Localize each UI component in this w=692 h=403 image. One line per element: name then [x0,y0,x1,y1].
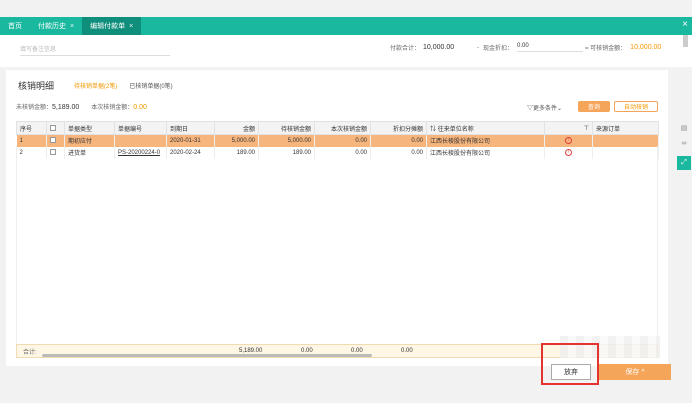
cell-amount: 5,000.00 [214,134,259,147]
unverified-label: 未核销金额： [16,105,53,111]
more-label: 更多条件 [533,106,558,112]
col-pending: 待核销金额 [258,121,315,135]
cell-source [592,134,659,147]
remark-input[interactable]: 填写备注信息 [20,44,170,56]
payment-info-row: 填写备注信息 付款合计： 10,000.00 - 现金折扣： 0.00 = 可核… [20,43,672,57]
col-no: 序号 [16,121,47,135]
discount: - 现金折扣： 0.00 [477,43,584,52]
auto-verify-button[interactable]: 自动核销 [614,101,658,112]
current-amount: 本次核销金额：0.00 [91,102,147,111]
col-due: 到期日 [166,121,215,135]
cell-type: 期初应付 [64,134,115,147]
table-row[interactable]: 1 期初应付 2020-01-31 5,000.00 5,000.00 0.00… [16,134,659,147]
sort-icon[interactable]: ⇅ [430,127,436,133]
tab-edit-payment[interactable]: 编辑付款单 × [82,17,142,35]
cell-pending: 5,000.00 [258,134,315,147]
col-partner: ⇅ 往来单位名称 [426,121,545,135]
pay-total-value: 10,000.00 [423,44,455,51]
pay-total-label: 付款合计： [390,46,421,52]
col-current: 本次核销金额 [314,121,371,135]
pay-total: 付款合计： 10,000.00 [390,43,454,52]
available-label: = 可核销金额： [585,46,627,52]
cell-code [114,134,167,147]
available-value: 10,000.00 [630,44,662,51]
col-type: 单据类型 [64,121,115,135]
table-header: 序号 单据类型 单据编号 到期日 金额 待核销金额 本次核销金额 折扣分摊额 ⇅… [16,121,659,135]
abandon-button[interactable]: 放弃 [551,364,591,380]
cell-warning: ! [544,134,593,147]
close-icon[interactable]: × [129,23,133,30]
current-value: 0.00 [133,104,147,111]
cell-no: 1 [16,134,47,147]
discount-label: 现金折扣： [483,46,514,52]
tab-payment-history[interactable]: 付款历史 × [30,17,82,35]
summary-discount: 0.00 [401,348,413,354]
discount-input[interactable]: 0.00 [517,43,584,52]
unverified-value: 5,189.00 [52,104,80,111]
cell-checkbox[interactable] [46,134,65,147]
tab-label: 付款历史 [38,23,66,30]
tab-label: 首页 [8,23,22,30]
funnel-icon[interactable]: ⊤ [584,125,589,132]
unverified-amount: 未核销金额：5,189.00 [16,102,79,111]
warning-icon[interactable]: ! [565,137,572,145]
expand-icon[interactable]: ⤢ [677,156,691,170]
select-all-checkbox[interactable] [50,124,56,131]
cell-partner: 江西长棱股份有限公司 [426,134,545,147]
side-rail: ▤ ∞ ⤢ [676,124,692,170]
col-amount: 金额 [214,121,259,135]
close-window-icon[interactable]: × [682,19,688,30]
col-filter[interactable]: ⊤ [544,121,593,135]
chevron-down-icon: ⌄ [557,106,563,112]
tab-verified[interactable]: 已核销单据(0笔) [129,81,172,90]
current-label: 本次核销金额： [91,105,134,111]
tab-bar: 首页 付款历史 × 编辑付款单 × × [0,17,692,35]
cell-due: 2020-01-31 [166,134,215,147]
col-code: 单据编号 [114,121,167,135]
available-amount: = 可核销金额： 10,000.00 [585,43,661,52]
cell-discount[interactable]: 0.00 [370,134,427,147]
col-partner-label: 往来单位名称 [437,126,474,133]
scrollbar[interactable] [683,35,688,47]
col-checkbox[interactable] [46,121,65,135]
table-body-area [16,146,658,344]
amount-row: 未核销金额：5,189.00 本次核销金额：0.00 [16,102,147,111]
horizontal-scrollbar[interactable] [42,354,372,357]
link-icon[interactable]: ∞ [679,140,689,150]
col-source: 来源订单 [592,121,659,135]
close-icon[interactable]: × [70,23,74,30]
more-conditions[interactable]: ▽更多条件⌄ [527,103,562,112]
minus-icon: - [477,44,479,51]
col-discount: 折扣分摊额 [370,121,427,135]
tab-label: 编辑付款单 [90,23,126,30]
summary-label: 合计: [23,349,37,356]
section-title: 核销明细 [18,81,55,91]
print-icon[interactable]: ▤ [679,124,689,134]
subtabs: 待核销单据(2笔) 已核销单据(0笔) [74,81,173,90]
row-checkbox[interactable] [50,137,56,144]
query-button[interactable]: 查询 [578,101,610,112]
tab-pending[interactable]: 待核销单据(2笔) [74,81,117,90]
tab-home[interactable]: 首页 [0,17,30,35]
save-button[interactable]: 保存 ^ [599,364,671,380]
cell-current[interactable]: 0.00 [314,134,371,147]
